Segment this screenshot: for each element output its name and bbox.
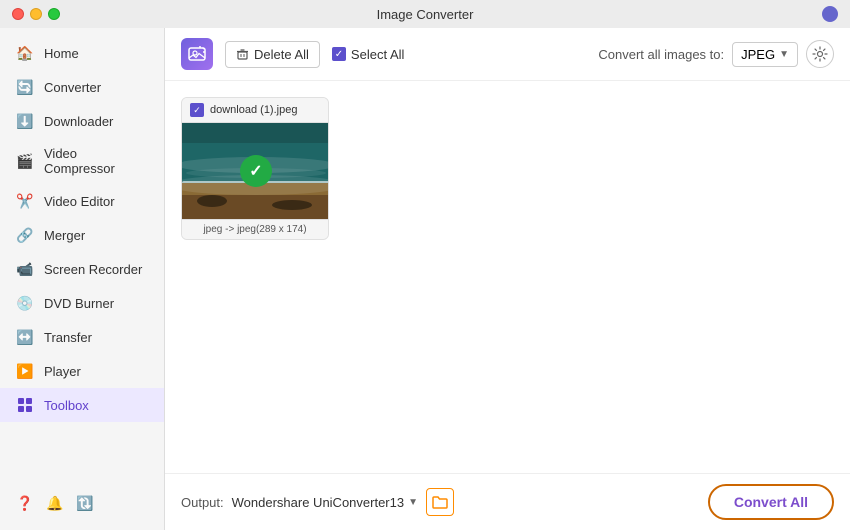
sidebar-label-video-editor: Video Editor [44,194,115,209]
file-name: download (1).jpeg [210,104,297,116]
sidebar-item-video-compressor[interactable]: 🎬 Video Compressor [0,138,164,184]
bottom-bar: Output: Wondershare UniConverter13 ▼ Con… [165,473,850,530]
file-info: jpeg -> jpeg(289 x 174) [182,219,328,239]
sidebar-bottom: ❓ 🔔 🔃 [0,484,164,522]
sidebar-item-screen-recorder[interactable]: 📹 Screen Recorder [0,252,164,286]
output-path-value: Wondershare UniConverter13 [232,495,404,510]
toolbar-right: Convert all images to: JPEG ▼ [598,40,834,68]
downloader-icon: ⬇️ [16,112,34,130]
format-select[interactable]: JPEG ▼ [732,42,798,67]
file-card[interactable]: ✓ download (1).jpeg [181,97,329,240]
help-icon[interactable]: ❓ [16,494,34,512]
select-all-label: Select All [351,47,404,62]
sidebar-label-converter: Converter [44,80,101,95]
sidebar-label-toolbox: Toolbox [44,398,89,413]
sidebar-label-transfer: Transfer [44,330,92,345]
format-value: JPEG [741,47,775,62]
sidebar-item-converter[interactable]: 🔄 Converter [0,70,164,104]
sidebar-item-downloader[interactable]: ⬇️ Downloader [0,104,164,138]
sidebar: 🏠 Home 🔄 Converter ⬇️ Downloader 🎬 Video… [0,28,165,530]
trash-icon [236,48,249,61]
sidebar-item-video-editor[interactable]: ✂️ Video Editor [0,184,164,218]
sidebar-label-merger: Merger [44,228,85,243]
screen-recorder-icon: 📹 [16,260,34,278]
sidebar-label-home: Home [44,46,79,61]
file-card-header: ✓ download (1).jpeg [182,98,328,123]
convert-all-label: Convert All [734,494,808,510]
transfer-icon: ↔️ [16,328,34,346]
main-content: Delete All ✓ Select All Convert all imag… [165,28,850,530]
file-grid: ✓ download (1).jpeg [165,81,850,473]
video-compressor-icon: 🎬 [16,152,34,170]
file-thumbnail: ✓ [182,123,329,219]
sidebar-item-toolbox[interactable]: Toolbox [0,388,164,422]
sidebar-item-transfer[interactable]: ↔️ Transfer [0,320,164,354]
sidebar-label-downloader: Downloader [44,114,113,129]
home-icon: 🏠 [16,44,34,62]
file-check-overlay: ✓ [240,155,272,187]
title-bar-actions [822,6,838,22]
converter-icon: 🔄 [16,78,34,96]
activity-icon[interactable]: 🔃 [76,494,94,512]
delete-all-label: Delete All [254,47,309,62]
select-all-checkbox: ✓ [332,47,346,61]
output-label: Output: [181,495,224,510]
video-editor-icon: ✂️ [16,192,34,210]
toolbox-icon [16,396,34,414]
window-title: Image Converter [377,7,474,22]
folder-icon [432,495,448,509]
delete-all-button[interactable]: Delete All [225,41,320,68]
sidebar-item-merger[interactable]: 🔗 Merger [0,218,164,252]
convert-images-label: Convert all images to: [598,47,724,62]
traffic-lights [12,8,60,20]
close-button[interactable] [12,8,24,20]
app-logo [181,38,213,70]
chevron-down-icon: ▼ [779,49,789,60]
sidebar-label-dvd-burner: DVD Burner [44,296,114,311]
notifications-icon[interactable]: 🔔 [46,494,64,512]
sidebar-label-player: Player [44,364,81,379]
player-icon: ▶️ [16,362,34,380]
output-chevron-icon: ▼ [408,497,418,508]
merger-icon: 🔗 [16,226,34,244]
sidebar-item-player[interactable]: ▶️ Player [0,354,164,388]
select-all-button[interactable]: ✓ Select All [332,47,404,62]
sidebar-label-video-compressor: Video Compressor [44,146,148,176]
title-bar: Image Converter [0,0,850,28]
file-checkbox[interactable]: ✓ [190,103,204,117]
sidebar-item-home[interactable]: 🏠 Home [0,36,164,70]
user-icon[interactable] [822,6,838,22]
output-path[interactable]: Wondershare UniConverter13 ▼ [232,495,418,510]
sidebar-item-dvd-burner[interactable]: 💿 DVD Burner [0,286,164,320]
minimize-button[interactable] [30,8,42,20]
dvd-burner-icon: 💿 [16,294,34,312]
toolbar: Delete All ✓ Select All Convert all imag… [165,28,850,81]
app-body: 🏠 Home 🔄 Converter ⬇️ Downloader 🎬 Video… [0,28,850,530]
convert-all-button[interactable]: Convert All [708,484,834,520]
settings-button[interactable] [806,40,834,68]
sidebar-label-screen-recorder: Screen Recorder [44,262,142,277]
gear-icon [812,46,828,62]
open-folder-button[interactable] [426,488,454,516]
maximize-button[interactable] [48,8,60,20]
